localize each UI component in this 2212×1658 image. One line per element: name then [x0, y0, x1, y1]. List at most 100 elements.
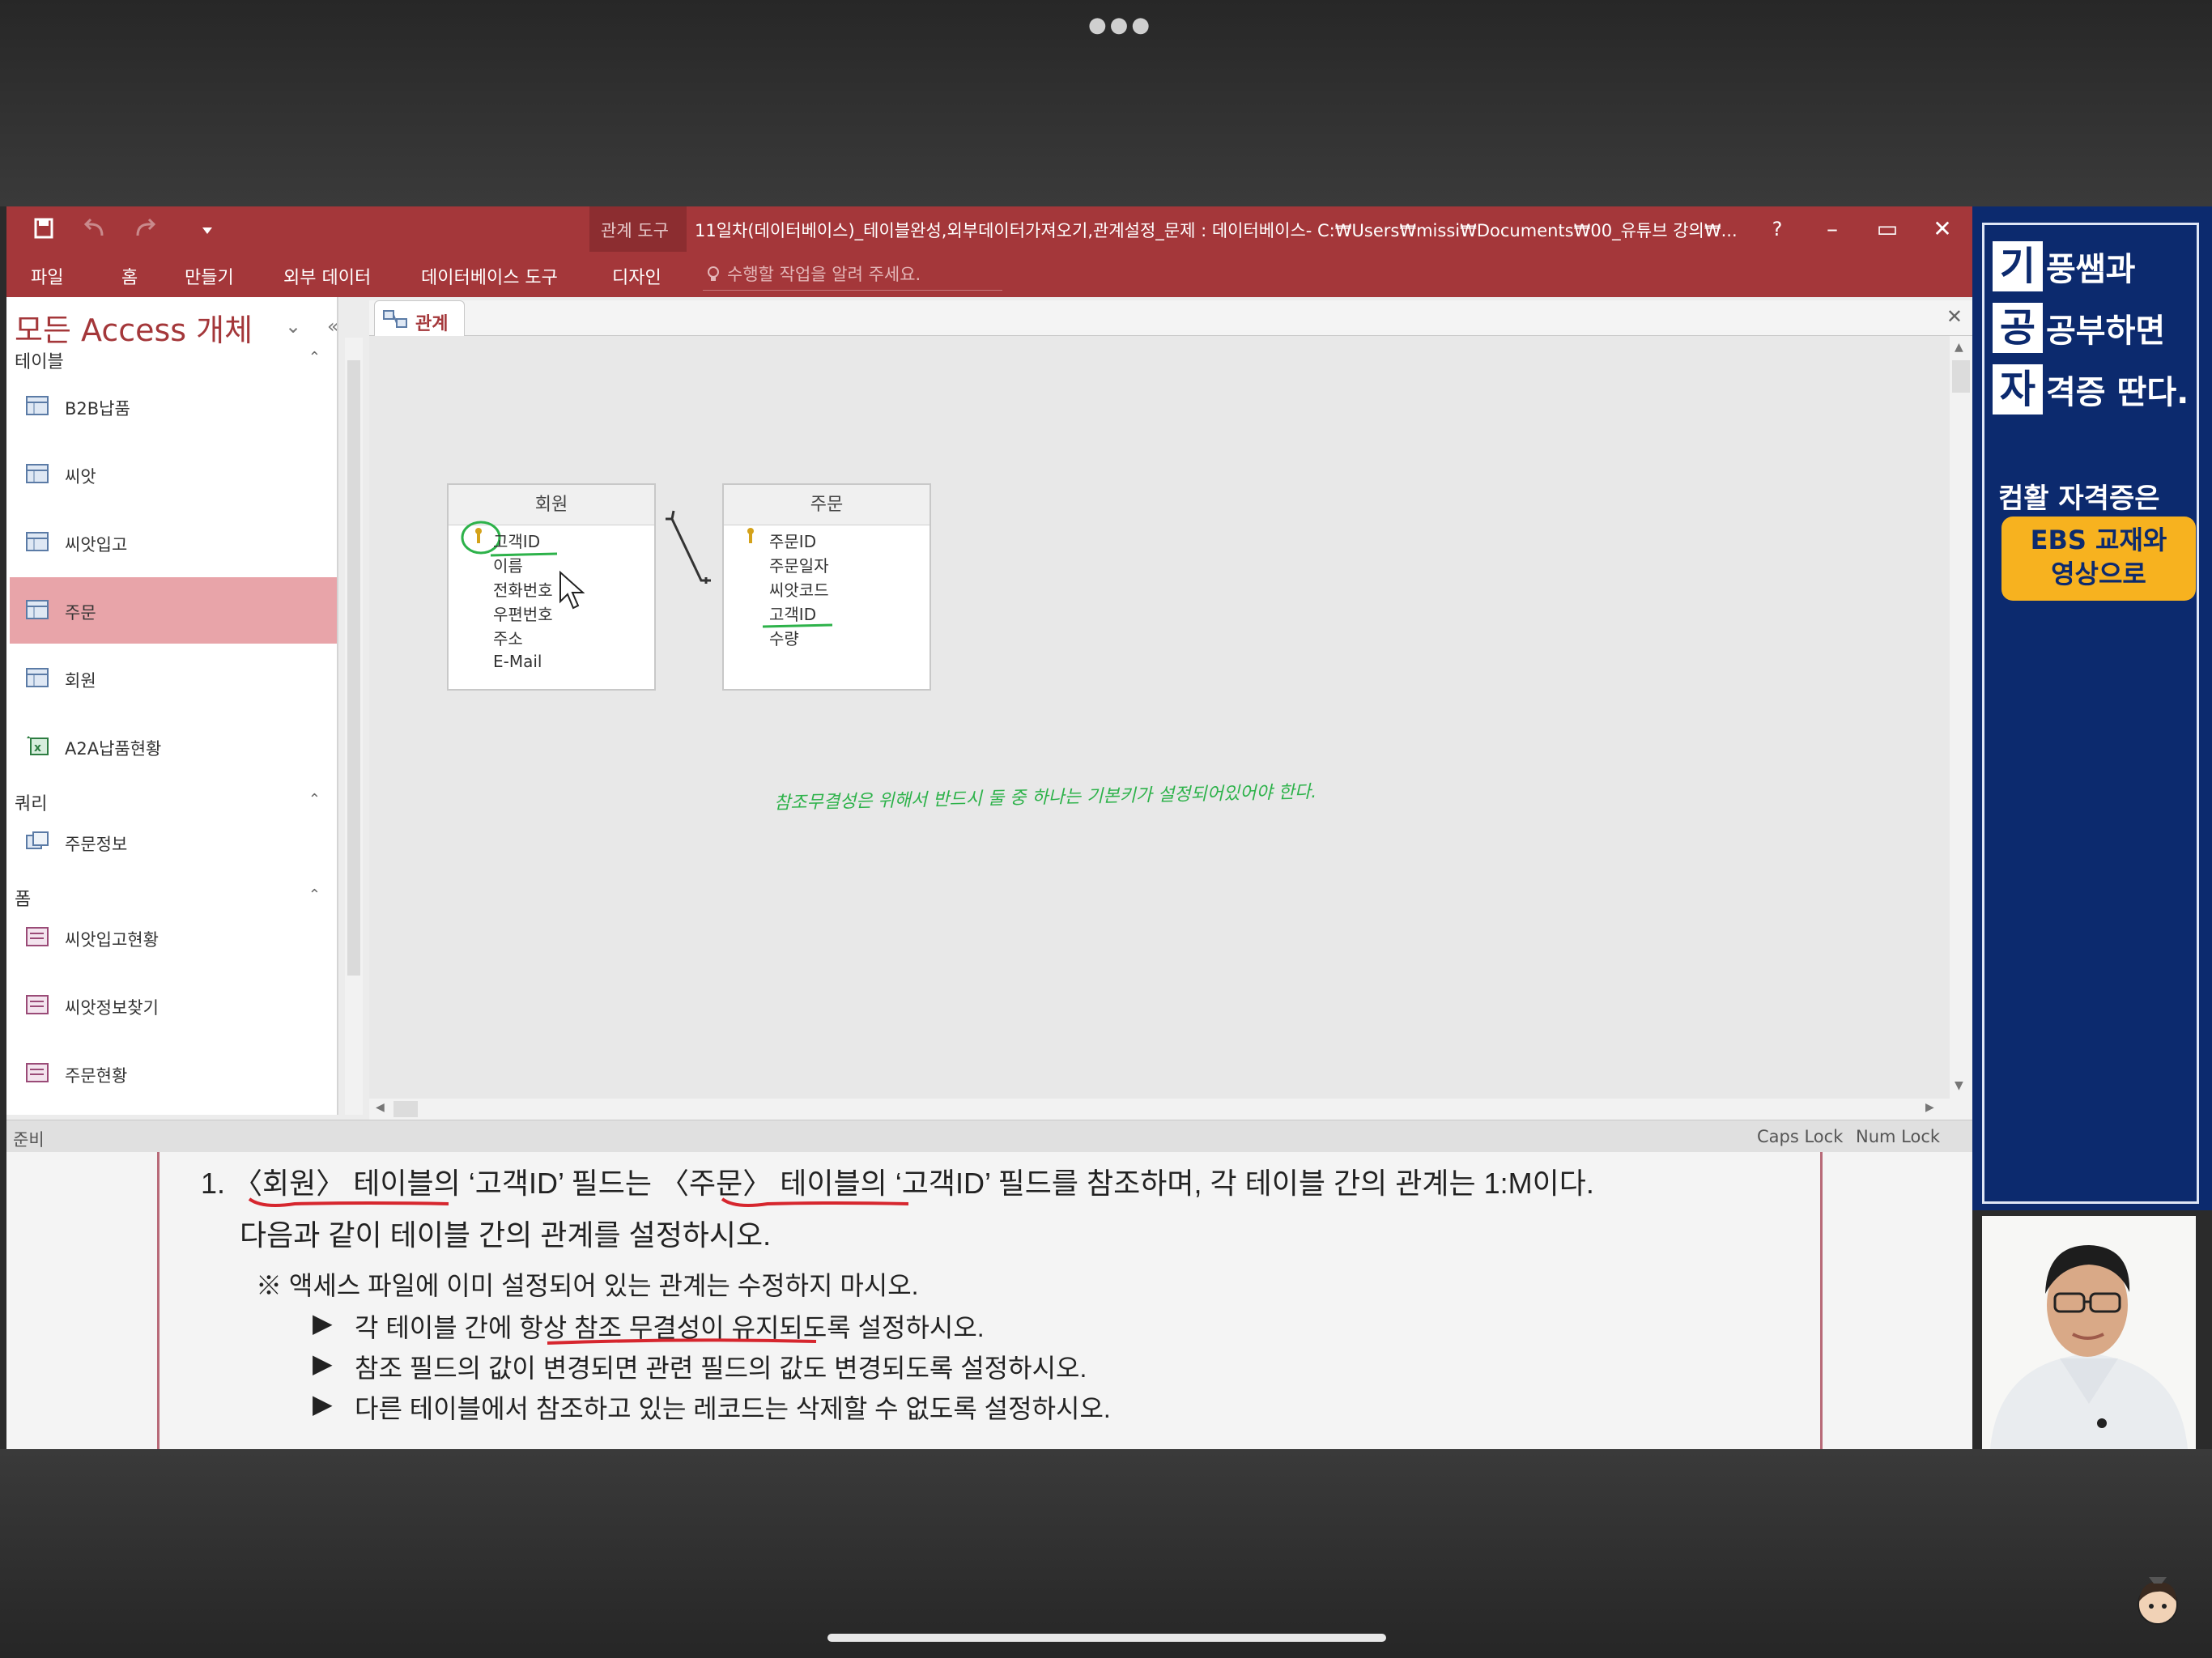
nav-item-b2b[interactable]: B2B납품 — [10, 373, 337, 440]
tell-me-placeholder: 수행할 작업을 알려 주세요. — [727, 265, 921, 284]
promo-badge-line-1: EBS 교재와 — [2030, 525, 2167, 555]
promo-frame: 기 풍쌤과 공 공부하면 자 격증 딴다. — [1982, 223, 2199, 1204]
field-seed-code[interactable]: 씨앗코드 — [769, 577, 829, 601]
nav-item-order[interactable]: 주문 — [10, 577, 337, 644]
field-address[interactable]: 주소 — [493, 626, 523, 649]
nav-item-seed-in[interactable]: 씨앗입고 — [10, 509, 337, 576]
more-dots-icon[interactable]: ●●● — [1088, 13, 1153, 37]
help-button[interactable]: ? — [1757, 211, 1797, 247]
maximize-button[interactable]: ▭ — [1867, 211, 1908, 247]
table-order-title[interactable]: 주문 — [724, 485, 929, 525]
document-tab-bar: 관계 ✕ — [369, 300, 1972, 336]
horizontal-scroll-thumb[interactable] — [393, 1101, 418, 1117]
collapse-nav-icon[interactable]: « — [327, 315, 337, 338]
primary-key-icon — [747, 528, 754, 543]
status-ready: 준비 — [13, 1130, 45, 1150]
webcam-presenter — [1982, 1216, 2196, 1449]
scroll-right-icon[interactable]: ▶ — [1925, 1101, 1934, 1114]
table-order-box[interactable]: 주문 주문ID 주문일자 씨앗코드 고객ID 수량 — [722, 483, 931, 691]
nav-scrollbar[interactable] — [345, 338, 363, 1115]
promo-row-1: 기 풍쌤과 — [1993, 241, 2135, 293]
num-lock-indicator: Num Lock — [1856, 1127, 1941, 1146]
vertical-scroll-thumb[interactable] — [1952, 360, 1970, 393]
exam-question-panel: 1. 〈회원〉 테이블의 ‘고객ID’ 필드는 〈주문〉 테이블의 ‘고객ID’… — [6, 1152, 1972, 1449]
relationships-canvas[interactable]: 회원 고객ID 이름 전화번호 우편번호 주소 E-Mail 주문 주문ID 주… — [369, 336, 1950, 1099]
scroll-up-icon[interactable]: ▲ — [1955, 341, 1963, 354]
field-order-id[interactable]: 주문ID — [769, 529, 816, 552]
bullet-marker: ▶ — [313, 1308, 333, 1337]
relationships-icon — [383, 310, 407, 328]
collapse-chevron-icon: ⌃ — [308, 791, 321, 808]
window-title: 11일차(데이터베이스)_테이블완성,외부데이터가져오기,관계설정_문제 : 데… — [695, 221, 1738, 240]
annotation-underline-red — [248, 1197, 449, 1207]
customize-qat-icon[interactable] — [191, 215, 223, 244]
scroll-left-icon[interactable]: ◀ — [376, 1101, 385, 1114]
tab-database-tools[interactable]: 데이터베이스 도구 — [421, 263, 558, 289]
nav-item-seed[interactable]: 씨앗 — [10, 441, 337, 508]
collapse-chevron-icon: ⌃ — [308, 886, 321, 903]
canvas-vertical-scrollbar[interactable]: ▲ ▼ — [1950, 336, 1972, 1099]
nav-item-seed-in-status[interactable]: 씨앗입고현황 — [10, 904, 337, 971]
redo-icon[interactable] — [128, 215, 160, 244]
annotation-underline-red — [721, 1197, 909, 1207]
promo-badge: EBS 교재와 영상으로 — [2001, 517, 2196, 601]
field-phone[interactable]: 전화번호 — [493, 577, 553, 601]
tab-home[interactable]: 홈 — [121, 263, 138, 289]
group-tables-header[interactable]: 테이블 ⌃ — [15, 347, 330, 375]
table-icon — [26, 532, 49, 551]
promo-badge-line-2: 영상으로 — [2051, 559, 2146, 589]
nav-scroll-thumb[interactable] — [347, 360, 360, 976]
field-quantity[interactable]: 수량 — [769, 626, 799, 649]
field-order-customer-id[interactable]: 고객ID — [769, 602, 816, 625]
bullet-marker: ▶ — [313, 1349, 333, 1378]
tab-external-data[interactable]: 외부 데이터 — [283, 263, 371, 289]
field-name[interactable]: 이름 — [493, 553, 523, 576]
access-window: 관계 도구 11일차(데이터베이스)_테이블완성,외부데이터가져오기,관계설정_… — [6, 206, 1972, 1449]
nav-item-member[interactable]: 회원 — [10, 645, 337, 712]
nav-item-a2a[interactable]: x A2A납품현황 — [10, 713, 337, 780]
nav-item-seed-search[interactable]: 씨앗정보찾기 — [10, 972, 337, 1039]
question-line-2: 다음과 같이 테이블 간의 관계를 설정하시오. — [240, 1218, 772, 1252]
query-icon — [26, 831, 49, 849]
question-note: ※ 액세스 파일에 이미 설정되어 있는 관계는 수정하지 마시오. — [256, 1271, 919, 1300]
field-order-date[interactable]: 주문일자 — [769, 553, 829, 576]
title-bar: 관계 도구 11일차(데이터베이스)_테이블완성,외부데이터가져오기,관계설정_… — [6, 206, 1972, 297]
field-zip[interactable]: 우편번호 — [493, 602, 553, 625]
bottom-letterbox — [0, 1449, 2212, 1658]
tab-create[interactable]: 만들기 — [185, 263, 234, 289]
handwritten-annotation: 참조무결성은 위해서 반드시 둘 중 하나는 기본키가 설정되어있어야 한다. — [773, 781, 1317, 814]
canvas-horizontal-scrollbar[interactable]: ◀ ▶ — [369, 1099, 1972, 1120]
ribbon-tabs: 파일 홈 만들기 외부 데이터 데이터베이스 도구 디자인 수행할 작업을 알려… — [6, 252, 1972, 297]
form-icon — [26, 1063, 49, 1082]
close-document-icon[interactable]: ✕ — [1946, 305, 1963, 328]
tab-relationships[interactable]: 관계 — [374, 300, 465, 336]
nav-pane-title[interactable]: 모든 Access 개체 — [15, 305, 253, 350]
table-member-box[interactable]: 회원 고객ID 이름 전화번호 우편번호 주소 E-Mail — [447, 483, 656, 691]
tab-design[interactable]: 디자인 — [612, 263, 661, 289]
table-icon — [26, 396, 49, 415]
annotation-underline-red — [547, 1338, 817, 1345]
caps-lock-indicator: Caps Lock — [1757, 1127, 1844, 1146]
promo-row-3: 자 격증 딴다. — [1993, 364, 2189, 416]
promo-row-2: 공 공부하면 — [1993, 303, 2165, 355]
scroll-down-icon[interactable]: ▼ — [1955, 1079, 1963, 1092]
question-border-left — [157, 1152, 160, 1449]
navigation-pane: 모든 Access 개체 ⌄ « 테이블 ⌃ B2B납품 씨앗 씨앗입고 주문 회… — [6, 297, 338, 1115]
question-border-right — [1820, 1152, 1823, 1449]
nav-menu-dropdown-icon[interactable]: ⌄ — [285, 315, 301, 338]
minimize-button[interactable]: – — [1812, 211, 1853, 247]
svg-text:x: x — [34, 742, 41, 755]
home-indicator[interactable] — [827, 1634, 1386, 1642]
field-email[interactable]: E-Mail — [493, 652, 542, 671]
mouse-cursor-icon — [559, 571, 585, 610]
tab-file[interactable]: 파일 — [31, 263, 63, 289]
close-button[interactable]: ✕ — [1922, 211, 1963, 247]
table-icon — [26, 464, 49, 483]
nav-item-order-info[interactable]: 주문정보 — [10, 809, 337, 875]
field-customer-id[interactable]: 고객ID — [493, 529, 540, 552]
save-icon[interactable] — [28, 215, 60, 244]
undo-icon[interactable] — [79, 215, 112, 244]
table-icon — [26, 600, 49, 619]
nav-item-order-status[interactable]: 주문현황 — [10, 1040, 337, 1107]
tell-me-search[interactable]: 수행할 작업을 알려 주세요. — [703, 258, 1002, 291]
